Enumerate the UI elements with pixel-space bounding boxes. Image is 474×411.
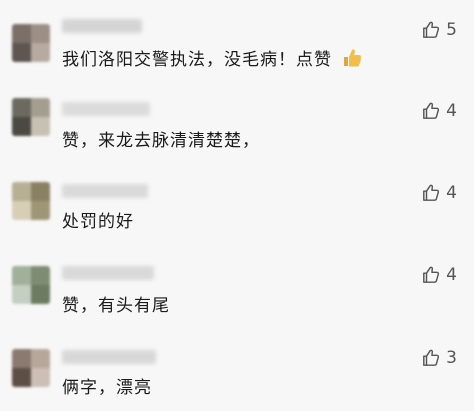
like-button[interactable]: 3	[422, 348, 457, 368]
avatar[interactable]	[12, 24, 50, 62]
avatar[interactable]	[12, 266, 50, 304]
comment-text-content: 处罚的好	[62, 212, 134, 232]
username-blurred[interactable]	[62, 350, 156, 364]
avatar-tile	[12, 368, 31, 387]
like-count: 4	[446, 183, 457, 203]
avatar[interactable]	[12, 182, 50, 220]
comment-item: 处罚的好 4	[0, 162, 474, 244]
comment-item: 赞，有头有尾 4	[0, 244, 474, 326]
avatar-tile	[31, 266, 50, 285]
comment-text-content: 俩字，漂亮	[62, 378, 152, 398]
comment-text-content: 我们洛阳交警执法，没毛病！点赞	[62, 50, 332, 70]
avatar-tile	[12, 24, 31, 43]
like-count: 5	[446, 20, 457, 40]
avatar-tile	[31, 349, 50, 368]
thumbs-up-outline-icon	[422, 184, 440, 202]
avatar-tile	[12, 182, 31, 201]
avatar-tile	[31, 117, 50, 136]
comment-item: 俩字，漂亮 3	[0, 326, 474, 411]
avatar-tile	[31, 201, 50, 220]
avatar-tile	[31, 182, 50, 201]
thumbs-up-outline-icon	[422, 102, 440, 120]
username-blurred[interactable]	[62, 19, 142, 33]
avatar[interactable]	[12, 98, 50, 136]
thumbs-up-outline-icon	[422, 266, 440, 284]
avatar-tile	[12, 349, 31, 368]
like-count: 3	[446, 348, 457, 368]
thumbs-up-outline-icon	[422, 21, 440, 39]
comment-text: 俩字，漂亮	[62, 373, 152, 398]
avatar-tile	[31, 43, 50, 62]
comment-item: 我们洛阳交警执法，没毛病！点赞 5	[0, 0, 474, 80]
comment-text: 赞，来龙去脉清清楚楚，	[62, 126, 260, 151]
username-blurred[interactable]	[62, 102, 150, 116]
comment-text-content: 赞，来龙去脉清清楚楚，	[62, 131, 260, 151]
avatar-tile	[12, 266, 31, 285]
comment-text: 我们洛阳交警执法，没毛病！点赞	[62, 45, 363, 74]
avatar-tile	[12, 98, 31, 117]
thumbs-up-emoji	[341, 47, 363, 74]
comment-text-content: 赞，有头有尾	[62, 296, 170, 316]
avatar-tile	[31, 98, 50, 117]
avatar-tile	[12, 285, 31, 304]
like-button[interactable]: 5	[422, 20, 457, 40]
like-button[interactable]: 4	[422, 101, 457, 121]
avatar-tile	[31, 285, 50, 304]
username-blurred[interactable]	[62, 184, 148, 198]
avatar-tile	[31, 24, 50, 43]
thumbs-up-outline-icon	[422, 349, 440, 367]
comment-text: 处罚的好	[62, 207, 134, 232]
avatar-tile	[12, 117, 31, 136]
username-blurred[interactable]	[62, 266, 154, 280]
like-button[interactable]: 4	[422, 183, 457, 203]
comment-text: 赞，有头有尾	[62, 291, 170, 316]
avatar-tile	[12, 43, 31, 62]
comment-item: 赞，来龙去脉清清楚楚， 4	[0, 80, 474, 162]
like-count: 4	[446, 101, 457, 121]
avatar[interactable]	[12, 349, 50, 387]
avatar-tile	[31, 368, 50, 387]
avatar-tile	[12, 201, 31, 220]
like-button[interactable]: 4	[422, 265, 457, 285]
like-count: 4	[446, 265, 457, 285]
